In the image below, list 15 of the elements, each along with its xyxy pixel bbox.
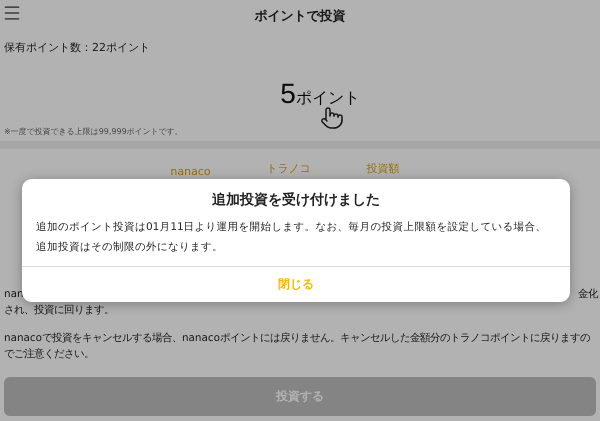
paragraph-text: 金化	[578, 287, 598, 302]
close-button[interactable]: 閉じる	[22, 266, 570, 302]
dialog-title: 追加投資を受け付けました	[211, 191, 381, 209]
dialog-message: 追加のポイント投資は01月11日より運用を開始します。なお、毎月の投資上限額を設定している場合、追加投資はその制限の外になります。	[35, 220, 548, 255]
column-label: トラノコ	[266, 161, 311, 177]
paragraph-text: され、投資に回ります。	[4, 303, 115, 318]
holding-points: 保有ポイント数：22ポイント	[3, 40, 151, 55]
paragraph-text: nan	[4, 287, 24, 302]
page-title: ポイントで投資	[254, 8, 346, 25]
point-amount: 5ポイント	[280, 78, 360, 110]
pointer-hand-icon	[320, 106, 344, 130]
column-label: nanaco	[170, 165, 211, 178]
limit-note: ※一度で投資できる上限は99,999ポイントです。	[3, 126, 184, 137]
cancel-note: nanacoで投資をキャンセルする場合、nanacoポイントには戻りません。キャンセルした金額分のトラノコポイントに戻りますのでご注意ください。	[4, 331, 591, 362]
column-label: 投資額	[366, 161, 400, 177]
